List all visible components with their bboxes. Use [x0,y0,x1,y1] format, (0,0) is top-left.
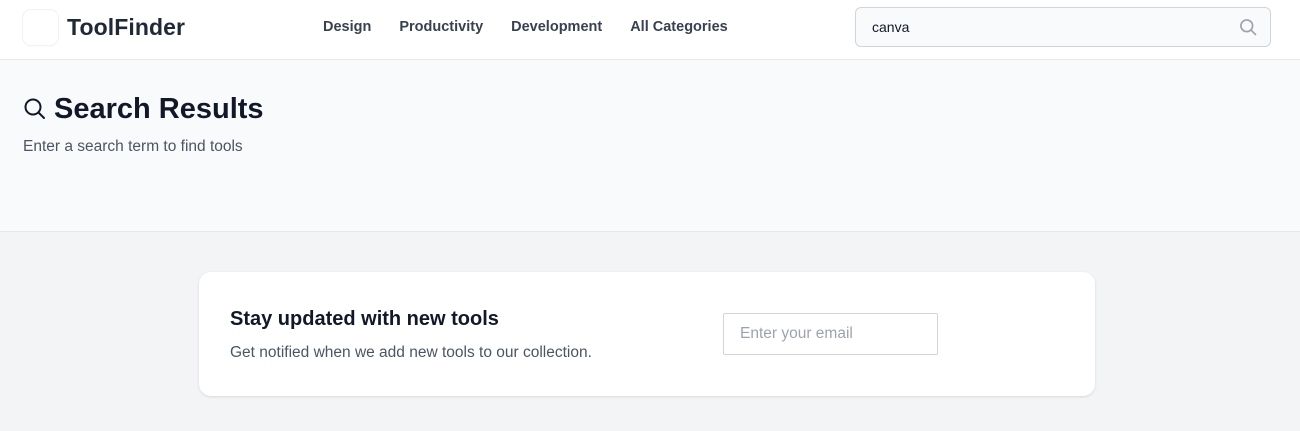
main-nav: Design Productivity Development All Cate… [323,18,728,36]
newsletter-card: Stay updated with new tools Get notified… [199,272,1095,396]
search-icon[interactable] [1238,17,1258,37]
brand-name[interactable]: ToolFinder [67,14,185,41]
nav-item-all-categories[interactable]: All Categories [630,18,728,36]
search-box [855,7,1271,47]
search-results-header: Search Results Enter a search term to fi… [0,60,1300,232]
search-icon [24,98,45,119]
newsletter-title: Stay updated with new tools [230,308,499,330]
nav-item-design[interactable]: Design [323,18,371,36]
newsletter-subtitle: Get notified when we add new tools to ou… [230,344,592,361]
logo-icon[interactable] [23,10,58,45]
nav-item-productivity[interactable]: Productivity [399,18,483,36]
top-navbar: ToolFinder Design Productivity Developme… [0,0,1300,60]
page-title: Search Results [54,93,264,125]
search-input[interactable] [856,8,1226,46]
nav-item-development[interactable]: Development [511,18,602,36]
email-field[interactable] [723,313,938,355]
page-subtitle: Enter a search term to find tools [23,138,243,155]
